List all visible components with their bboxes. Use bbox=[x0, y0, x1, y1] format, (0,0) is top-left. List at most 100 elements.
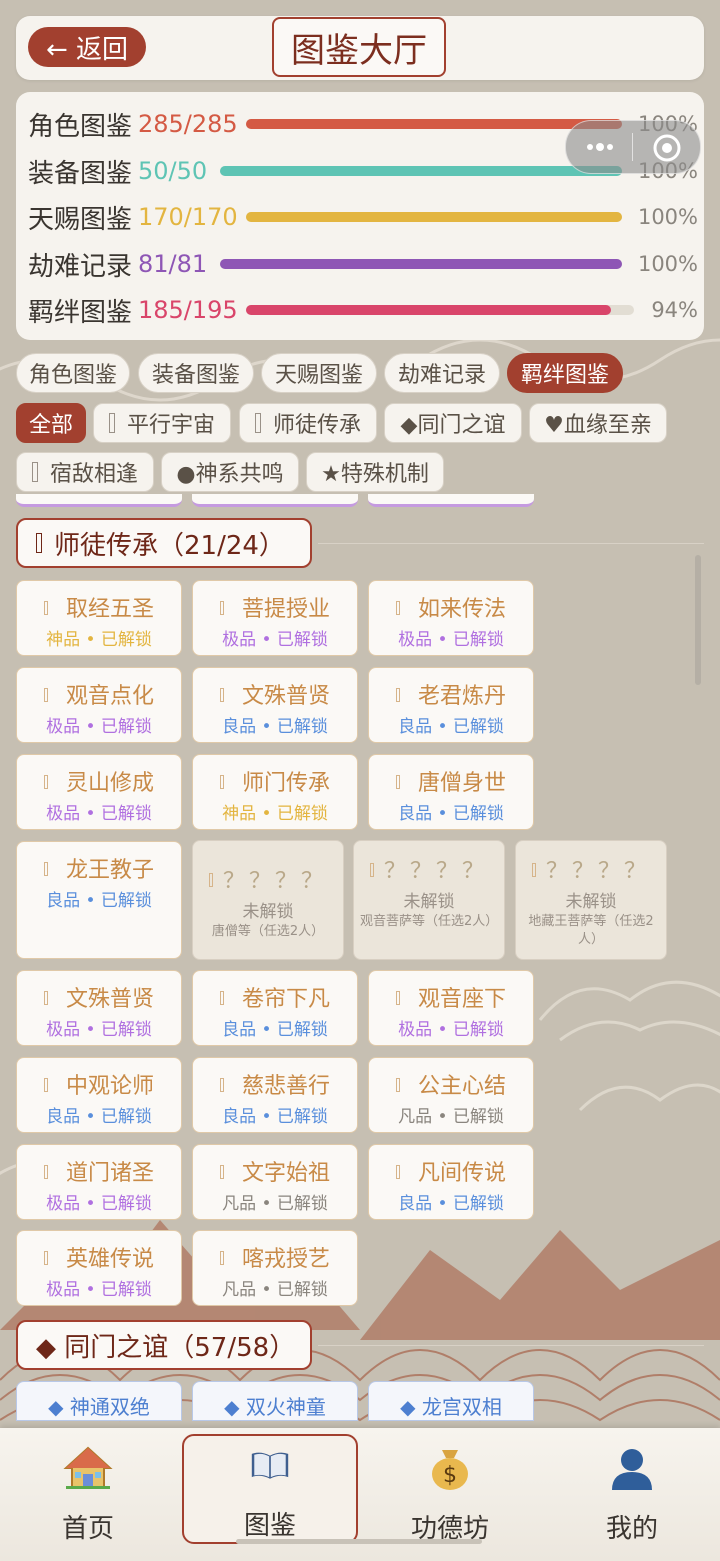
more-icon[interactable] bbox=[584, 137, 616, 157]
filter-special[interactable]: ★特殊机制 bbox=[306, 452, 444, 492]
card-status: 已解锁 bbox=[276, 1280, 328, 1300]
card-name: 观音座下 bbox=[417, 987, 506, 1012]
progress-fill bbox=[246, 212, 622, 222]
tab-trial[interactable]: 劫难记录 bbox=[384, 353, 500, 393]
bond-card[interactable]: 老君炼丹 良品 • 已解锁 bbox=[368, 667, 534, 743]
card-title: 喀戎授艺 bbox=[193, 1241, 357, 1273]
card-meta: 凡品 • 已解锁 bbox=[369, 1102, 533, 1127]
card-title: 菩提授业 bbox=[193, 591, 357, 623]
bond-card[interactable]: 唐僧身世 良品 • 已解锁 bbox=[368, 754, 534, 830]
placeholder-icon bbox=[254, 413, 261, 433]
card-status: 已解锁 bbox=[100, 891, 152, 911]
bond-card[interactable]: 中观论师 良品 • 已解锁 bbox=[16, 1057, 182, 1133]
bond-card[interactable]: 道门诸圣 极品 • 已解锁 bbox=[16, 1144, 182, 1220]
bond-card[interactable]: 龙王教子 良品 • 已解锁 bbox=[16, 841, 182, 959]
card-meta: 凡品 • 已解锁 bbox=[193, 1275, 357, 1300]
card-title: 灵山修成 bbox=[17, 765, 181, 797]
bond-card[interactable]: 文字始祖 凡品 • 已解锁 bbox=[192, 1144, 358, 1220]
placeholder-icon bbox=[43, 1078, 48, 1092]
nav-home[interactable]: 首页 bbox=[0, 1428, 176, 1546]
placeholder-icon bbox=[395, 1165, 400, 1179]
bond-card[interactable]: 喀戎授艺凡品 • 已解锁 bbox=[192, 1230, 358, 1306]
card-meta: 良品 • 已解锁 bbox=[369, 799, 533, 824]
nav-codex[interactable]: 图鉴 bbox=[182, 1434, 358, 1544]
tab-equipment[interactable]: 装备图鉴 bbox=[138, 353, 254, 393]
card-grade: 凡品 bbox=[398, 1107, 433, 1127]
filter-mentor[interactable]: 师徒传承 bbox=[239, 403, 377, 443]
fellow-card[interactable]: ◆ 神通双绝 bbox=[16, 1381, 182, 1421]
locked-card[interactable]: ？？？？ 未解锁 观音菩萨等（任选2人） bbox=[353, 840, 505, 960]
card-meta: 极品 • 已解锁 bbox=[17, 1015, 181, 1040]
tab-bond[interactable]: 羁绊图鉴 bbox=[507, 353, 623, 393]
tab-gift[interactable]: 天赐图鉴 bbox=[261, 353, 377, 393]
bond-card[interactable]: 文殊普贤 极品 • 已解锁 bbox=[16, 970, 182, 1046]
filter-parallel[interactable]: 平行宇宙 bbox=[93, 403, 231, 443]
fellow-card[interactable]: ◆ 龙宫双相 bbox=[368, 1381, 534, 1421]
filter-blood[interactable]: ♥血缘至亲 bbox=[529, 403, 667, 443]
card-grade: 良品 bbox=[46, 1107, 81, 1127]
card-partial bbox=[16, 494, 182, 507]
bond-card[interactable]: 卷帘下凡 良品 • 已解锁 bbox=[192, 970, 358, 1046]
card-grade: 良品 bbox=[46, 891, 81, 911]
progress-count: 170/170 bbox=[138, 203, 238, 231]
bond-card[interactable]: 英雄传说 极品 • 已解锁 bbox=[16, 1230, 182, 1306]
fellow-card[interactable]: ◆ 双火神童 bbox=[192, 1381, 358, 1421]
card-title: 老君炼丹 bbox=[369, 678, 533, 710]
locked-name: ？？？？ bbox=[545, 859, 650, 884]
locked-name: ？？？？ bbox=[222, 869, 327, 894]
locked-title: ？？？？ bbox=[516, 853, 666, 885]
locked-hint: 地藏王菩萨等（任选2人） bbox=[528, 914, 654, 947]
separator-dot: • bbox=[256, 1280, 277, 1300]
progress-row: 天赐图鉴 170/170 100% bbox=[28, 197, 698, 237]
placeholder-icon bbox=[219, 688, 224, 702]
scrollbar[interactable] bbox=[695, 555, 701, 685]
nav-merit[interactable]: $ 功德坊 bbox=[362, 1428, 538, 1546]
tab-role[interactable]: 角色图鉴 bbox=[16, 353, 130, 393]
bond-card[interactable]: 菩提授业 极品 • 已解锁 bbox=[192, 580, 358, 656]
section-title: 师徒传承（21/24） bbox=[16, 518, 312, 568]
placeholder-icon bbox=[395, 1078, 400, 1092]
progress-row: 羁绊图鉴 185/195 94% bbox=[28, 290, 698, 330]
separator-dot: • bbox=[432, 630, 453, 650]
locked-card[interactable]: ？？？？ 未解锁 唐僧等（任选2人） bbox=[192, 840, 344, 960]
bond-card[interactable]: 如来传法 极品 • 已解锁 bbox=[368, 580, 534, 656]
bond-card[interactable]: 观音座下 极品 • 已解锁 bbox=[368, 970, 534, 1046]
filter-rival[interactable]: 宿敌相逢 bbox=[16, 452, 154, 492]
card-status: 已解锁 bbox=[452, 630, 504, 650]
bond-card[interactable]: 文殊普贤 良品 • 已解锁 bbox=[192, 667, 358, 743]
filter-label: 平行宇宙 bbox=[126, 413, 215, 438]
card-status: 已解锁 bbox=[452, 717, 504, 737]
close-miniprogram-icon[interactable] bbox=[652, 133, 682, 163]
filter-all[interactable]: 全部 bbox=[16, 403, 86, 443]
back-button[interactable]: ← 返回 bbox=[28, 27, 146, 67]
card-meta: 良品 • 已解锁 bbox=[193, 1015, 357, 1040]
bond-card[interactable]: 观音点化 极品 • 已解锁 bbox=[16, 667, 182, 743]
separator-dot: • bbox=[80, 1194, 101, 1214]
bond-card[interactable]: 凡间传说 良品 • 已解锁 bbox=[368, 1144, 534, 1220]
nav-label: 首页 bbox=[61, 1514, 114, 1544]
card-meta: 良品 • 已解锁 bbox=[193, 712, 357, 737]
bond-card[interactable]: 慈悲善行 良品 • 已解锁 bbox=[192, 1057, 358, 1133]
placeholder-icon bbox=[36, 533, 42, 553]
separator-dot: • bbox=[432, 1194, 453, 1214]
bond-card[interactable]: 取经五圣 神品 • 已解锁 bbox=[16, 580, 182, 656]
locked-card[interactable]: ？？？？ 未解锁 地藏王菩萨等（任选2人） bbox=[515, 840, 667, 960]
card-name: 慈悲善行 bbox=[241, 1074, 330, 1099]
locked-name: ？？？？ bbox=[383, 859, 488, 884]
filter-fellow[interactable]: ◆同门之谊 bbox=[384, 403, 522, 443]
card-name: 喀戎授艺 bbox=[241, 1247, 330, 1272]
progress-track bbox=[220, 259, 622, 269]
card-title: 卷帘下凡 bbox=[193, 981, 357, 1013]
filter-deity[interactable]: ●神系共鸣 bbox=[161, 452, 299, 492]
bond-card[interactable]: 公主心结 凡品 • 已解锁 bbox=[368, 1057, 534, 1133]
progress-count: 50/50 bbox=[138, 157, 208, 185]
bond-card[interactable]: 灵山修成 极品 • 已解锁 bbox=[16, 754, 182, 830]
separator-dot: • bbox=[432, 1107, 453, 1127]
card-grade: 极品 bbox=[46, 717, 81, 737]
card-grade: 极品 bbox=[398, 1020, 433, 1040]
card-title: 公主心结 bbox=[369, 1068, 533, 1100]
nav-mine[interactable]: 我的 bbox=[544, 1428, 720, 1546]
card-status: 已解锁 bbox=[452, 1107, 504, 1127]
bond-card[interactable]: 师门传承 神品 • 已解锁 bbox=[192, 754, 358, 830]
card-meta: 良品 • 已解锁 bbox=[17, 886, 181, 911]
